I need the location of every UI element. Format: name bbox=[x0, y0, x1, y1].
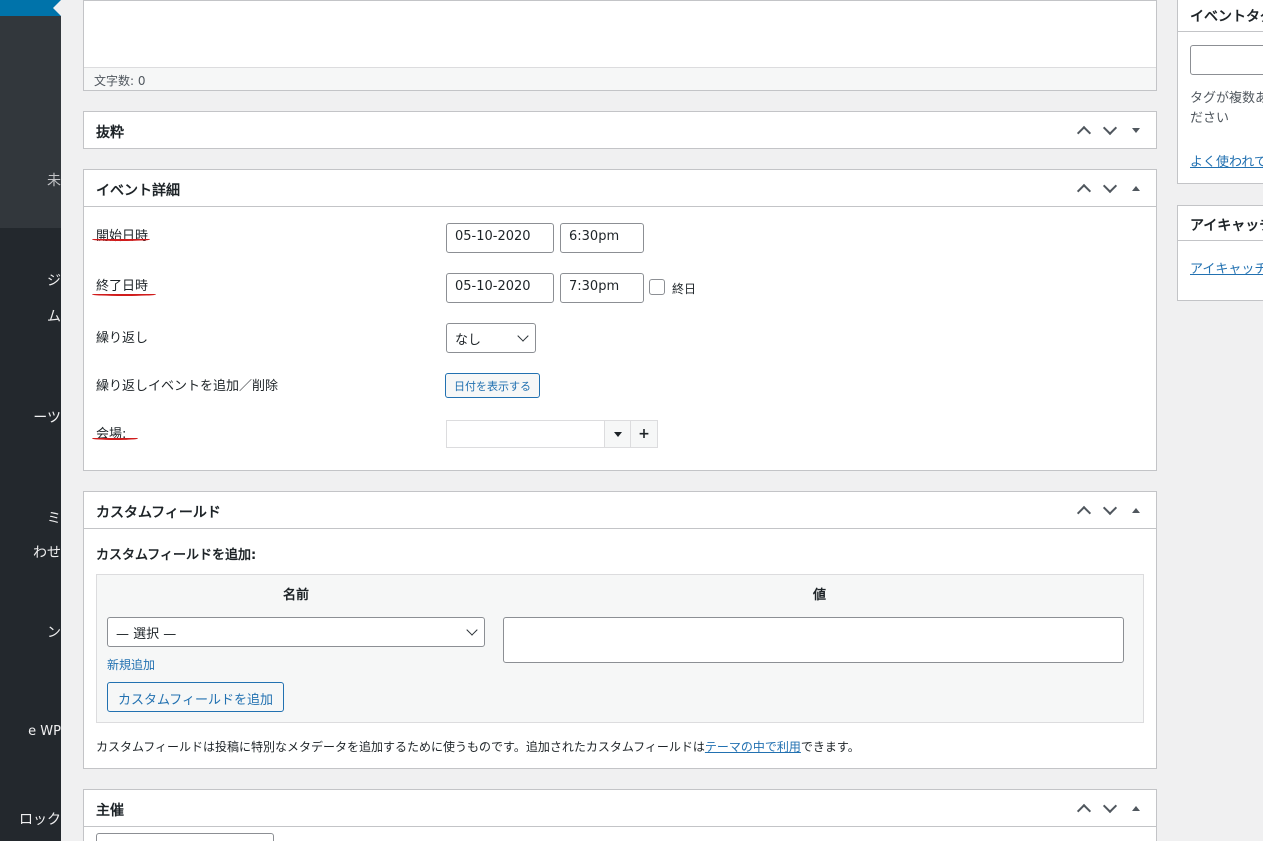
popular-tags-link[interactable]: よく使われて bbox=[1190, 151, 1263, 170]
custom-field-note-end: できます。 bbox=[800, 740, 860, 754]
move-up-icon[interactable] bbox=[1074, 119, 1094, 141]
repeat-select[interactable]: なし bbox=[446, 323, 536, 353]
custom-fields-title: カスタムフィールド bbox=[96, 505, 221, 521]
add-custom-field-heading: カスタムフィールドを追加: bbox=[96, 548, 257, 563]
tags-help-line: ださい bbox=[1190, 111, 1230, 126]
red-underline-mark bbox=[92, 238, 150, 241]
name-column-header: 名前 bbox=[283, 588, 310, 603]
organizer-header[interactable]: 主催 bbox=[84, 790, 1156, 827]
organizer-title: 主催 bbox=[96, 803, 124, 819]
move-up-icon[interactable] bbox=[1074, 797, 1094, 819]
content-editor[interactable]: 文字数: 0 bbox=[83, 0, 1157, 91]
sidebar-item-3[interactable]: ム bbox=[0, 306, 61, 326]
add-venue-icon[interactable]: + bbox=[630, 420, 658, 448]
move-down-icon[interactable] bbox=[1100, 177, 1120, 199]
tags-help-line: タグが複数あ bbox=[1190, 91, 1263, 106]
event-tags-panel: イベントタグ タグが複数あ ださい よく使われて bbox=[1177, 0, 1263, 184]
repeat-select-value: なし bbox=[455, 333, 482, 348]
featured-image-panel: アイキャッチ アイキャッチ bbox=[1177, 205, 1263, 301]
end-datetime-label: 終了日時 bbox=[96, 279, 149, 294]
event-details-header[interactable]: イベント詳細 bbox=[84, 170, 1156, 207]
organizer-select[interactable] bbox=[96, 833, 274, 841]
show-dates-button[interactable]: 日付を表示する bbox=[445, 373, 540, 398]
custom-fields-header[interactable]: カスタムフィールド bbox=[84, 492, 1156, 529]
repeat-add-label: 繰り返しイベントを追加／削除 bbox=[96, 379, 279, 394]
venue-dropdown-icon[interactable] bbox=[604, 420, 631, 448]
set-featured-image-link[interactable]: アイキャッチ bbox=[1190, 258, 1263, 277]
excerpt-title: 抜粋 bbox=[96, 125, 124, 141]
end-time-input[interactable]: 7:30pm bbox=[560, 273, 644, 303]
collapse-toggle-icon[interactable] bbox=[1126, 499, 1146, 521]
add-custom-field-button[interactable]: カスタムフィールドを追加 bbox=[107, 682, 284, 712]
custom-field-table: 名前 値 — 選択 — 新規追加 カスタムフィールドを追加 bbox=[96, 574, 1144, 723]
move-up-icon[interactable] bbox=[1074, 499, 1094, 521]
sidebar-item-8[interactable]: e WP bbox=[0, 724, 61, 739]
repeat-label: 繰り返し bbox=[96, 331, 149, 346]
custom-field-note: カスタムフィールドは投稿に特別なメタデータを追加するために使うものです。追加され… bbox=[96, 738, 860, 755]
admin-sidebar: 未 ジ ム ーツ ミ わせ ン e WP ロック bbox=[0, 0, 61, 841]
collapse-toggle-icon[interactable] bbox=[1126, 177, 1146, 199]
tags-help-text: タグが複数あ ださい bbox=[1190, 89, 1263, 129]
move-down-icon[interactable] bbox=[1100, 119, 1120, 141]
word-count: 文字数: 0 bbox=[84, 67, 1156, 90]
move-down-icon[interactable] bbox=[1100, 499, 1120, 521]
move-down-icon[interactable] bbox=[1100, 797, 1120, 819]
expand-toggle-icon[interactable] bbox=[1126, 119, 1146, 141]
tag-input[interactable] bbox=[1190, 45, 1263, 75]
sidebar-item-7[interactable]: ン bbox=[0, 622, 61, 642]
custom-field-select-value: — 選択 — bbox=[116, 627, 177, 642]
value-column-header: 値 bbox=[813, 588, 827, 603]
sidebar-current-indicator bbox=[0, 0, 61, 16]
event-details-title: イベント詳細 bbox=[96, 183, 180, 199]
excerpt-header[interactable]: 抜粋 bbox=[84, 112, 1156, 148]
sidebar-item-4[interactable]: ーツ bbox=[0, 407, 61, 427]
sidebar-active-section bbox=[0, 0, 61, 228]
start-date-input[interactable]: 05-10-2020 bbox=[446, 223, 554, 253]
organizer-panel: 主催 bbox=[83, 789, 1157, 841]
sidebar-current-arrow bbox=[53, 0, 61, 16]
theme-usage-link[interactable]: テーマの中で利用 bbox=[705, 740, 801, 754]
featured-image-title[interactable]: アイキャッチ bbox=[1178, 206, 1263, 241]
red-underline-mark bbox=[92, 293, 156, 296]
custom-field-name-select[interactable]: — 選択 — bbox=[107, 617, 485, 647]
sidebar-item-9[interactable]: ロック bbox=[0, 809, 61, 829]
custom-field-value-textarea[interactable] bbox=[503, 617, 1124, 663]
sidebar-item-6[interactable]: わせ bbox=[0, 542, 61, 562]
sidebar-item-5[interactable]: ミ bbox=[0, 508, 61, 528]
new-field-link[interactable]: 新規追加 bbox=[107, 656, 155, 673]
sidebar-item-1[interactable]: 未 bbox=[0, 170, 61, 190]
start-time-input[interactable]: 6:30pm bbox=[560, 223, 644, 253]
end-date-input[interactable]: 05-10-2020 bbox=[446, 273, 554, 303]
custom-field-table-header: 名前 値 bbox=[97, 575, 1143, 608]
chevron-down-icon bbox=[517, 330, 529, 342]
custom-field-table-body: — 選択 — 新規追加 カスタムフィールドを追加 bbox=[97, 608, 1143, 722]
move-up-icon[interactable] bbox=[1074, 177, 1094, 199]
start-datetime-label: 開始日時 bbox=[96, 229, 149, 244]
venue-select[interactable] bbox=[446, 420, 606, 448]
collapse-toggle-icon[interactable] bbox=[1126, 797, 1146, 819]
event-details-panel: イベント詳細 開始日時 05-10-2020 6:30pm 終了日時 05-10… bbox=[83, 169, 1157, 471]
chevron-down-icon bbox=[466, 624, 478, 636]
all-day-checkbox[interactable] bbox=[649, 279, 665, 295]
all-day-label: 終日 bbox=[672, 282, 697, 296]
custom-field-note-text: カスタムフィールドは投稿に特別なメタデータを追加するために使うものです。追加され… bbox=[96, 740, 705, 754]
custom-fields-panel: カスタムフィールド カスタムフィールドを追加: 名前 値 — 選択 — 新規追加… bbox=[83, 491, 1157, 769]
red-underline-mark bbox=[92, 437, 138, 440]
sidebar-item-2[interactable]: ジ bbox=[0, 270, 61, 290]
event-tags-title[interactable]: イベントタグ bbox=[1178, 0, 1263, 32]
excerpt-panel: 抜粋 bbox=[83, 111, 1157, 149]
